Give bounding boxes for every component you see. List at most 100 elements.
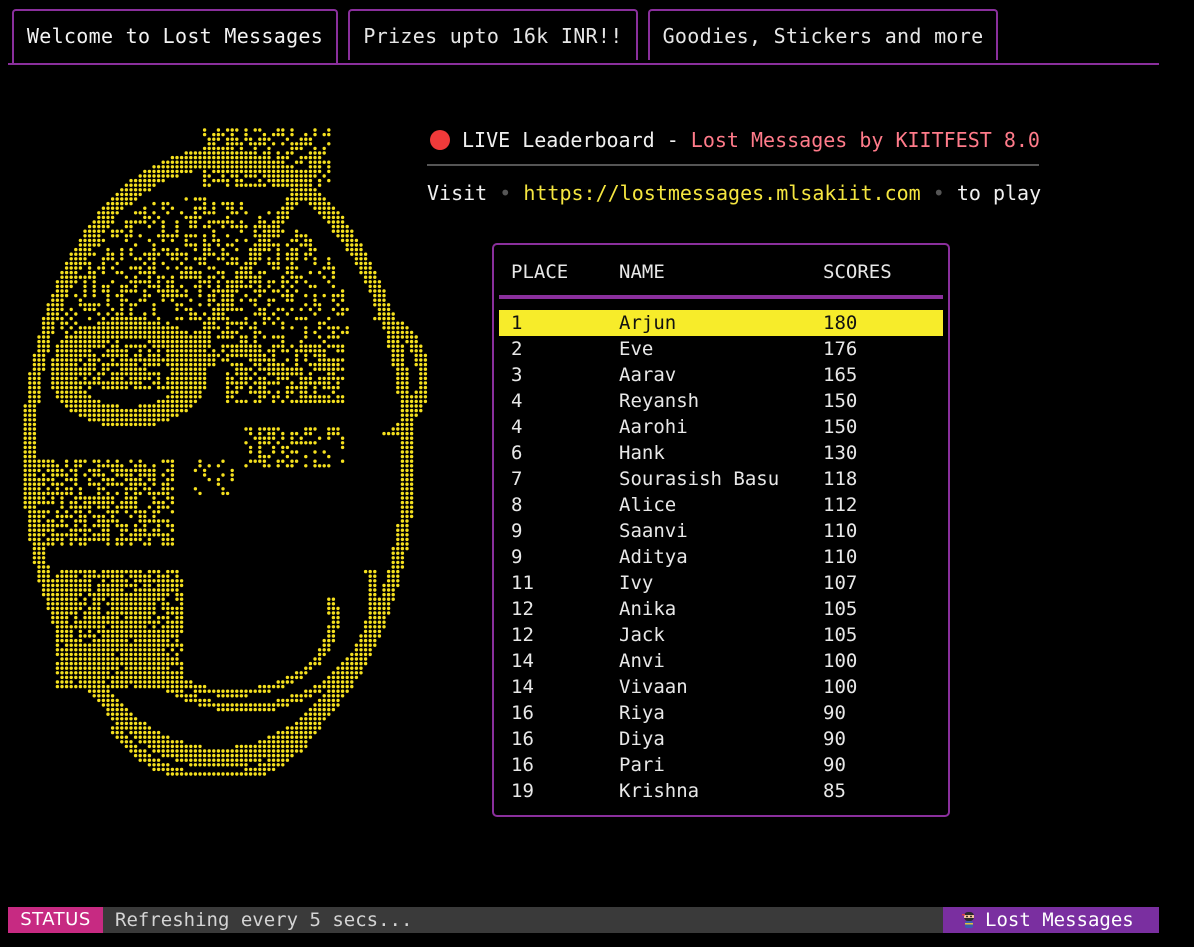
column-header-scores: SCORES bbox=[823, 261, 892, 283]
cell-place: 16 bbox=[511, 754, 534, 776]
cell-name: Sourasish Basu bbox=[619, 468, 780, 490]
table-row[interactable]: 3 Aarav 165 bbox=[499, 362, 943, 388]
column-header-place: PLACE bbox=[511, 261, 569, 283]
play-url-link[interactable]: https://lostmessages.mlsakiit.com bbox=[523, 181, 920, 205]
tab-prizes[interactable]: Prizes upto 16k INR!! bbox=[348, 9, 638, 60]
cell-place: 12 bbox=[511, 598, 534, 620]
table-row[interactable]: 9 Aditya 110 bbox=[499, 544, 943, 570]
visit-line: Visit • https://lostmessages.mlsakiit.co… bbox=[427, 177, 1042, 209]
table-row[interactable]: 9 Saanvi 110 bbox=[499, 518, 943, 544]
visit-word: Visit bbox=[427, 181, 488, 205]
cell-score: 90 bbox=[823, 754, 846, 776]
table-row[interactable]: 16 Riya 90 bbox=[499, 700, 943, 726]
header-divider bbox=[427, 164, 1039, 166]
title-dash: - bbox=[654, 128, 691, 152]
table-row[interactable]: 6 Hank 130 bbox=[499, 440, 943, 466]
tab-welcome[interactable]: Welcome to Lost Messages bbox=[12, 9, 338, 63]
table-row[interactable]: 11 Ivy 107 bbox=[499, 570, 943, 596]
cell-score: 90 bbox=[823, 728, 846, 750]
cell-place: 12 bbox=[511, 624, 534, 646]
cell-place: 9 bbox=[511, 546, 523, 568]
cell-place: 16 bbox=[511, 702, 534, 724]
table-header: PLACE NAME SCORES bbox=[494, 257, 948, 287]
cell-score: 112 bbox=[823, 494, 858, 516]
cell-name: Pari bbox=[619, 754, 665, 776]
status-app-name: Lost Messages bbox=[943, 907, 1159, 933]
status-bar: STATUS Refreshing every 5 secs... Lost M… bbox=[8, 907, 1159, 933]
cell-place: 14 bbox=[511, 650, 534, 672]
cell-place: 9 bbox=[511, 520, 523, 542]
cell-score: 100 bbox=[823, 676, 858, 698]
cell-score: 105 bbox=[823, 598, 858, 620]
cell-name: Aarohi bbox=[619, 416, 688, 438]
cell-score: 110 bbox=[823, 520, 858, 542]
cell-name: Riya bbox=[619, 702, 665, 724]
table-row[interactable]: 12 Jack 105 bbox=[499, 622, 943, 648]
column-header-name: NAME bbox=[619, 261, 665, 283]
cell-place: 4 bbox=[511, 416, 523, 438]
table-row[interactable]: 16 Diya 90 bbox=[499, 726, 943, 752]
cell-place: 1 bbox=[511, 312, 523, 334]
cell-score: 150 bbox=[823, 416, 858, 438]
cell-name: Aditya bbox=[619, 546, 688, 568]
table-row[interactable]: 12 Anika 105 bbox=[499, 596, 943, 622]
bullet-1: • bbox=[487, 181, 524, 205]
cell-place: 19 bbox=[511, 780, 534, 802]
cell-name: Vivaan bbox=[619, 676, 688, 698]
table-body: 1 Arjun 180 2 Eve 176 3 Aarav 165 4 Reyansh 150 4 Aar… bbox=[499, 310, 943, 804]
tab-goodies[interactable]: Goodies, Stickers and more bbox=[648, 9, 998, 60]
cell-score: 165 bbox=[823, 364, 858, 386]
status-message: Refreshing every 5 secs... bbox=[115, 909, 413, 931]
table-row[interactable]: 19 Krishna 85 bbox=[499, 778, 943, 804]
table-row[interactable]: 14 Anvi 100 bbox=[499, 648, 943, 674]
cell-place: 4 bbox=[511, 390, 523, 412]
cell-name: Eve bbox=[619, 338, 654, 360]
cell-score: 110 bbox=[823, 546, 858, 568]
leaderboard-title: LIVE Leaderboard - Lost Messages by KIIT… bbox=[430, 124, 1040, 156]
cell-name: Reyansh bbox=[619, 390, 700, 412]
cell-score: 176 bbox=[823, 338, 858, 360]
live-label: LIVE Leaderboard bbox=[462, 128, 655, 152]
cell-place: 6 bbox=[511, 442, 523, 464]
table-row[interactable]: 4 Reyansh 150 bbox=[499, 388, 943, 414]
ninja-icon bbox=[962, 912, 974, 928]
tab-bar: Welcome to Lost Messages Prizes upto 16k… bbox=[8, 9, 1159, 65]
table-row[interactable]: 4 Aarohi 150 bbox=[499, 414, 943, 440]
cell-score: 90 bbox=[823, 702, 846, 724]
table-row[interactable]: 16 Pari 90 bbox=[499, 752, 943, 778]
cell-score: 85 bbox=[823, 780, 846, 802]
to-play-text: to play bbox=[956, 181, 1042, 205]
cell-name: Krishna bbox=[619, 780, 700, 802]
bullet-2: • bbox=[920, 181, 957, 205]
cell-place: 7 bbox=[511, 468, 523, 490]
cell-name: Alice bbox=[619, 494, 677, 516]
status-tag: STATUS bbox=[8, 907, 103, 933]
cell-name: Jack bbox=[619, 624, 665, 646]
cell-name: Anvi bbox=[619, 650, 665, 672]
app-name-label: Lost Messages bbox=[985, 909, 1134, 931]
braille-face-art-icon bbox=[14, 128, 432, 780]
cell-name: Arjun bbox=[619, 312, 677, 334]
cell-name: Saanvi bbox=[619, 520, 688, 542]
cell-name: Hank bbox=[619, 442, 665, 464]
cell-name: Diya bbox=[619, 728, 665, 750]
table-row[interactable]: 2 Eve 176 bbox=[499, 336, 943, 362]
cell-name: Ivy bbox=[619, 572, 654, 594]
leaderboard-table: PLACE NAME SCORES 1 Arjun 180 2 Eve 176 3 Aarav… bbox=[492, 243, 950, 817]
cell-score: 100 bbox=[823, 650, 858, 672]
table-row[interactable]: 14 Vivaan 100 bbox=[499, 674, 943, 700]
cell-name: Aarav bbox=[619, 364, 677, 386]
event-name: Lost Messages by KIITFEST 8.0 bbox=[690, 128, 1040, 152]
cell-score: 107 bbox=[823, 572, 858, 594]
live-indicator-icon bbox=[430, 130, 450, 150]
cell-name: Anika bbox=[619, 598, 677, 620]
cell-place: 11 bbox=[511, 572, 534, 594]
cell-score: 118 bbox=[823, 468, 858, 490]
cell-score: 180 bbox=[823, 312, 858, 334]
table-row[interactable]: 7 Sourasish Basu 118 bbox=[499, 466, 943, 492]
cell-place: 2 bbox=[511, 338, 523, 360]
cell-score: 130 bbox=[823, 442, 858, 464]
table-row[interactable]: 1 Arjun 180 bbox=[499, 310, 943, 336]
cell-place: 8 bbox=[511, 494, 523, 516]
table-row[interactable]: 8 Alice 112 bbox=[499, 492, 943, 518]
